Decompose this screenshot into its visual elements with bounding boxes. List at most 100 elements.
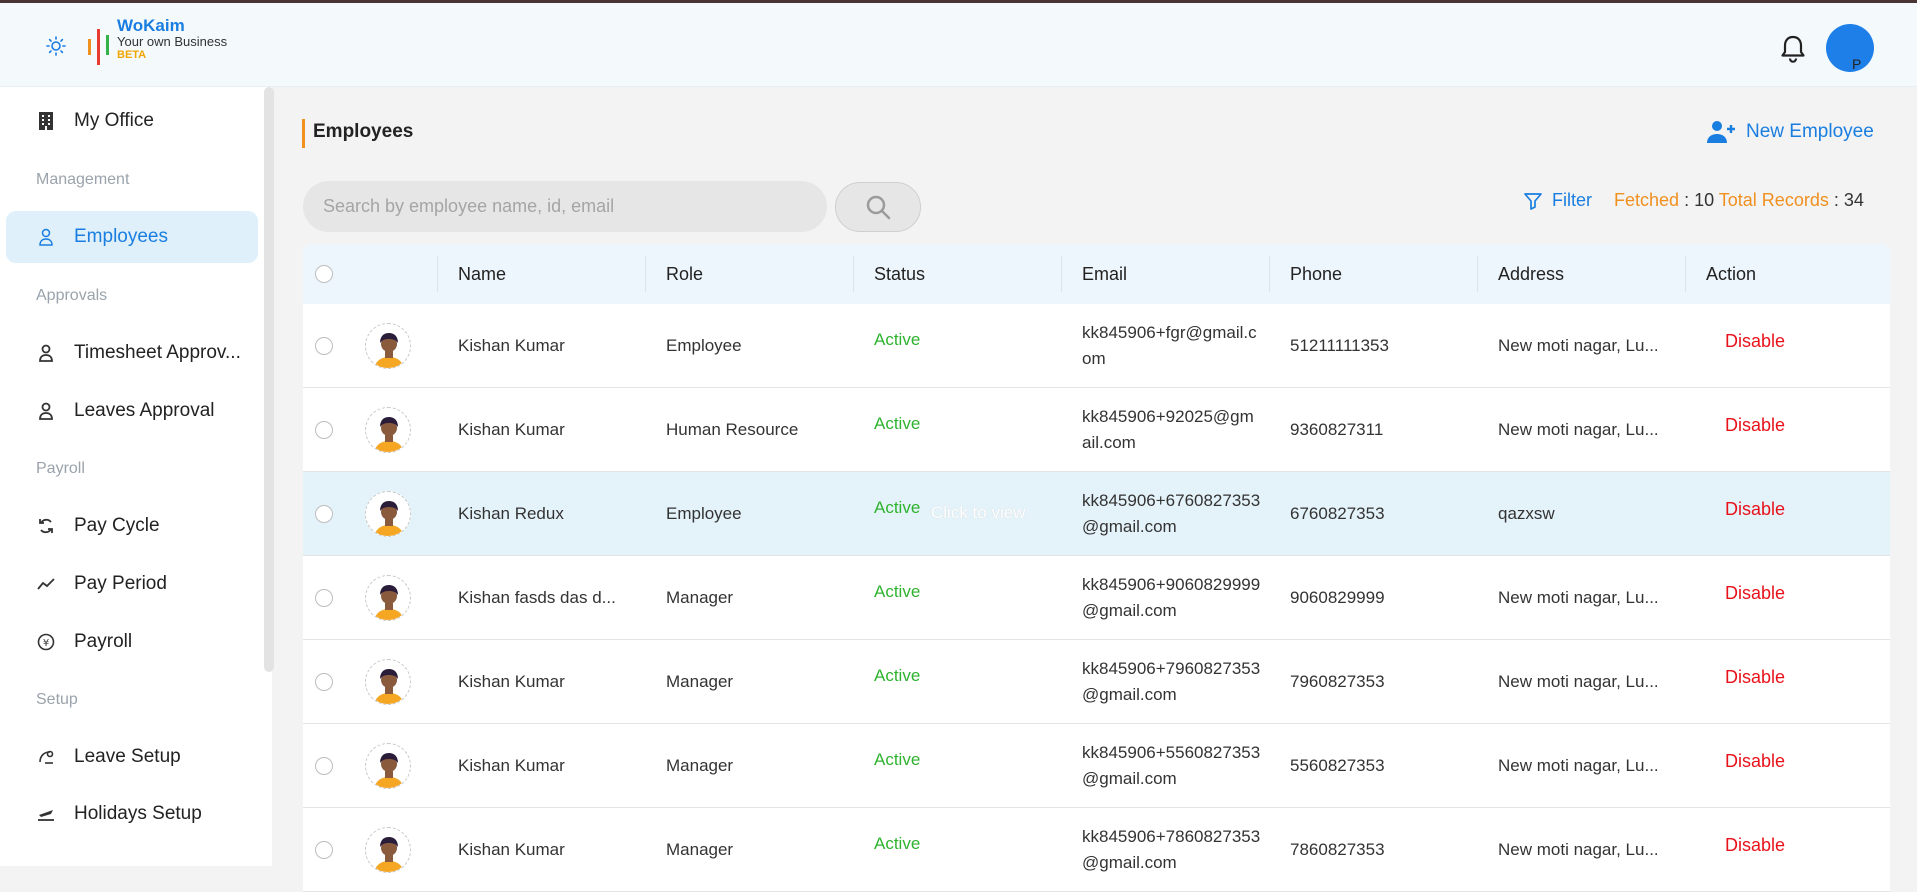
disable-button[interactable]: Disable — [1725, 331, 1785, 352]
add-user-icon — [1707, 121, 1735, 143]
brand-tagline: Your own Business — [117, 34, 228, 49]
column-header-email[interactable]: Email — [1082, 244, 1127, 304]
sidebar-item-my-office[interactable]: My Office — [6, 95, 258, 147]
disable-button[interactable]: Disable — [1725, 835, 1785, 856]
employee-avatar — [365, 407, 411, 453]
user-avatar[interactable]: P — [1826, 24, 1874, 72]
employee-role: Manager — [666, 588, 734, 607]
sidebar-item-payroll[interactable]: ¥ Payroll — [6, 616, 258, 668]
column-header-phone[interactable]: Phone — [1290, 244, 1342, 304]
disable-button[interactable]: Disable — [1725, 583, 1785, 604]
column-separator — [1685, 256, 1686, 292]
sidebar-item-leave-setup[interactable]: Leave Setup — [6, 731, 258, 783]
employee-avatar — [365, 491, 411, 537]
sidebar-item-leaves-approval[interactable]: Leaves Approval — [6, 385, 258, 437]
employee-role: Manager — [666, 672, 734, 691]
cycle-icon — [36, 516, 56, 536]
trend-icon — [36, 574, 56, 594]
employee-phone: 9060829999 — [1290, 588, 1385, 607]
total-records-value: : 34 — [1833, 190, 1864, 210]
column-separator — [645, 256, 646, 292]
search-input[interactable] — [303, 181, 827, 232]
employee-phone: 7860827353 — [1290, 840, 1385, 859]
column-header-address[interactable]: Address — [1498, 244, 1564, 304]
table-row[interactable]: Kishan Kumar Employee Active kk845906+fg… — [303, 304, 1890, 388]
employee-name: Kishan Kumar — [458, 420, 565, 439]
table-row[interactable]: Kishan Kumar Manager Active kk845906+786… — [303, 808, 1890, 892]
new-employee-button[interactable]: New Employee — [1706, 117, 1874, 147]
sidebar-item-label: Leaves Approval — [74, 400, 215, 421]
sidebar-item-label: My Office — [74, 110, 154, 131]
employee-name: Kishan Kumar — [458, 672, 565, 691]
row-checkbox[interactable] — [315, 505, 333, 523]
employee-status: Active — [874, 666, 921, 685]
select-all-checkbox[interactable] — [315, 265, 333, 283]
table-header: Name Role Status Email Phone Address Act… — [303, 244, 1890, 304]
employees-table: Name Role Status Email Phone Address Act… — [303, 244, 1890, 892]
leave-icon — [36, 747, 56, 767]
row-checkbox[interactable] — [315, 757, 333, 775]
employee-address: New moti nagar, Lu... — [1498, 336, 1659, 355]
employee-email: kk845906+fgr@gmail.com — [1082, 323, 1257, 368]
section-management: Management — [36, 171, 130, 188]
sidebar-item-timesheet-approval[interactable]: Timesheet Approv... — [6, 327, 258, 379]
employee-avatar — [365, 827, 411, 873]
disable-button[interactable]: Disable — [1725, 667, 1785, 688]
filter-icon — [1524, 192, 1542, 210]
employee-email: kk845906+92025@gmail.com — [1082, 407, 1254, 452]
employee-avatar — [365, 659, 411, 705]
employee-email: kk845906+9060829999@gmail.com — [1082, 575, 1261, 620]
employee-status: Active — [874, 582, 921, 601]
column-header-status[interactable]: Status — [874, 244, 925, 304]
sidebar-scrollbar[interactable] — [264, 87, 274, 672]
table-row[interactable]: Kishan Kumar Human Resource Active kk845… — [303, 388, 1890, 472]
row-checkbox[interactable] — [315, 337, 333, 355]
employee-email: kk845906+5560827353@gmail.com — [1082, 743, 1261, 788]
sidebar-item-label: Pay Period — [74, 573, 167, 594]
user-check-icon — [36, 343, 56, 363]
column-header-role[interactable]: Role — [666, 244, 703, 304]
employee-address: New moti nagar, Lu... — [1498, 672, 1659, 691]
currency-icon: ¥ — [36, 632, 56, 652]
disable-button[interactable]: Disable — [1725, 415, 1785, 436]
column-header-action: Action — [1706, 264, 1757, 284]
employee-status: Active — [874, 414, 921, 433]
row-checkbox[interactable] — [315, 841, 333, 859]
row-checkbox[interactable] — [315, 421, 333, 439]
total-records-label: Total Records — [1718, 190, 1829, 210]
sidebar-item-label: Timesheet Approv... — [74, 342, 241, 363]
fetched-label: Fetched — [1614, 190, 1680, 210]
records-summary: Fetched : 10 Total Records : 34 — [1614, 190, 1864, 211]
section-approvals: Approvals — [36, 287, 108, 304]
table-row[interactable]: Kishan Kumar Manager Active kk845906+556… — [303, 724, 1890, 808]
beta-badge: BETA — [117, 49, 147, 61]
building-icon — [36, 111, 56, 131]
page-scrollbar[interactable] — [1905, 87, 1917, 866]
filter-button[interactable]: Filter — [1524, 190, 1592, 211]
row-checkbox[interactable] — [315, 589, 333, 607]
sidebar-item-label: Employees — [74, 226, 168, 247]
disable-button[interactable]: Disable — [1725, 499, 1785, 520]
employee-status: Active — [874, 330, 921, 349]
disable-button[interactable]: Disable — [1725, 751, 1785, 772]
employee-avatar — [365, 743, 411, 789]
employee-status: Active — [874, 834, 921, 853]
column-separator — [1269, 256, 1270, 292]
search-button[interactable] — [835, 182, 921, 232]
table-row[interactable]: Kishan Redux Employee Active kk845906+67… — [303, 472, 1890, 556]
notification-bell-icon[interactable] — [1779, 34, 1807, 64]
employee-address: New moti nagar, Lu... — [1498, 840, 1659, 859]
sidebar-item-employees[interactable]: Employees — [6, 211, 258, 263]
avatar-initial: P — [1852, 56, 1862, 72]
sidebar-item-holidays-setup[interactable]: Holidays Setup — [6, 788, 258, 840]
row-checkbox[interactable] — [315, 673, 333, 691]
employee-address: qazxsw — [1498, 504, 1555, 523]
column-header-name[interactable]: Name — [458, 244, 506, 304]
sidebar-item-pay-cycle[interactable]: Pay Cycle — [6, 500, 258, 552]
employee-role: Manager — [666, 756, 734, 775]
theme-toggle-icon[interactable] — [46, 36, 66, 56]
table-row[interactable]: Kishan Kumar Manager Active kk845906+796… — [303, 640, 1890, 724]
brand-block: WoKaim Your own Business BETA — [117, 17, 228, 62]
sidebar-item-pay-period[interactable]: Pay Period — [6, 558, 258, 610]
table-row[interactable]: Kishan fasds das d... Manager Active kk8… — [303, 556, 1890, 640]
